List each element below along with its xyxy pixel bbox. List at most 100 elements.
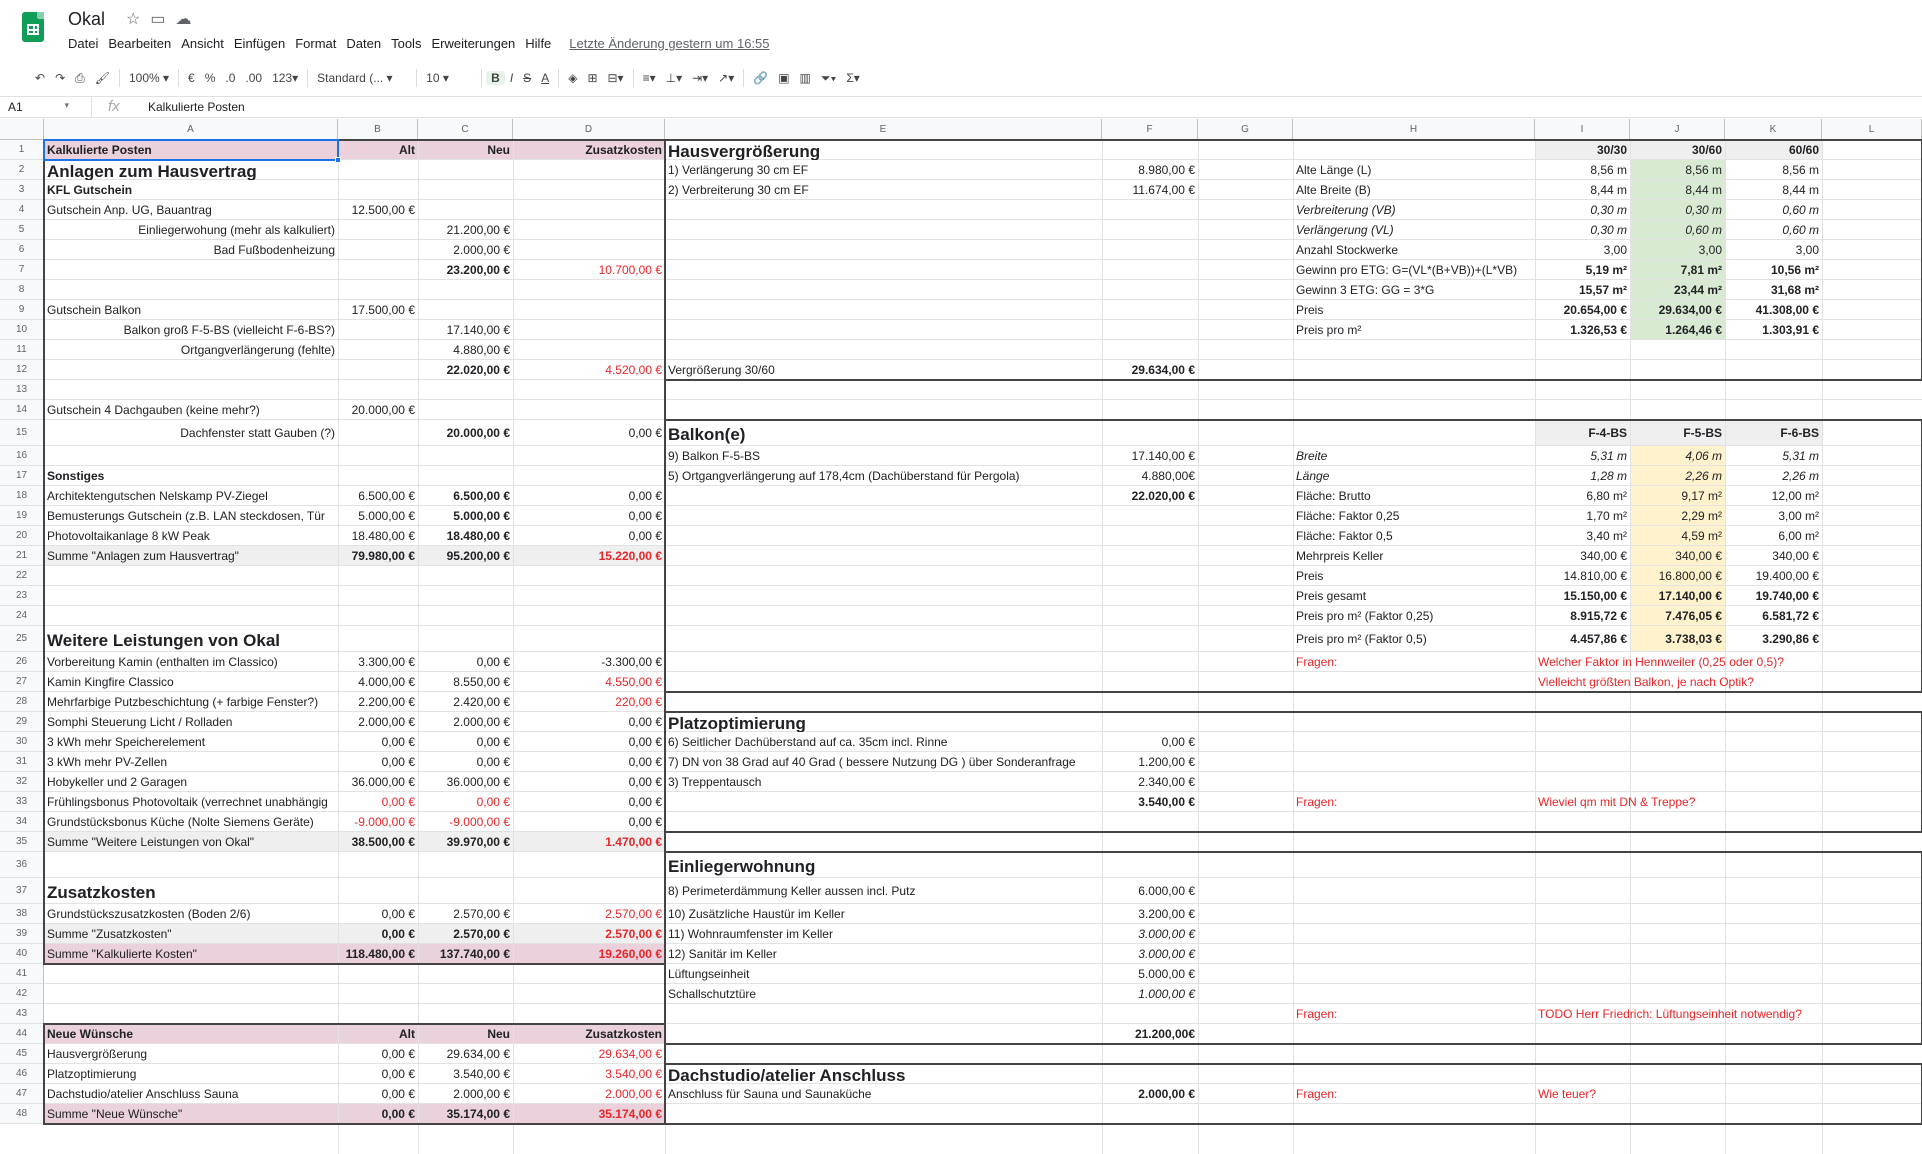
filter-icon[interactable]: ⏷▾ — [816, 71, 841, 86]
cell-J3[interactable]: 8,44 m — [1630, 180, 1725, 200]
cell-H26[interactable]: Fragen: — [1293, 652, 1535, 672]
cell-A33[interactable]: Frühlingsbonus Photovoltaik (verrechnet … — [44, 792, 338, 812]
cell-A38[interactable]: Grundstückszusatzkosten (Boden 2/6) — [44, 904, 338, 924]
cell-J1[interactable]: 30/60 — [1630, 140, 1725, 160]
cell-F2[interactable]: 8.980,00 € — [1102, 160, 1198, 180]
row-header-37[interactable]: 37 — [0, 878, 44, 904]
cell-C7[interactable]: 23.200,00 € — [418, 260, 513, 280]
cell-C44[interactable]: Neu — [418, 1024, 513, 1044]
cell-D29[interactable]: 0,00 € — [513, 712, 665, 732]
move-folder-icon[interactable]: ▭ — [150, 11, 175, 28]
row-header-5[interactable]: 5 — [0, 220, 44, 240]
cell-D7[interactable]: 10.700,00 € — [513, 260, 665, 280]
cell-I23[interactable]: 15.150,00 € — [1535, 586, 1630, 606]
cell-C28[interactable]: 2.420,00 € — [418, 692, 513, 712]
cell-B31[interactable]: 0,00 € — [338, 752, 418, 772]
sheets-logo-icon[interactable] — [22, 12, 44, 42]
cell-K19[interactable]: 3,00 m² — [1725, 506, 1822, 526]
row-header-3[interactable]: 3 — [0, 180, 44, 200]
cell-E3[interactable]: 2) Verbreiterung 30 cm EF — [665, 180, 1102, 200]
cell-A17[interactable]: Sonstiges — [44, 466, 665, 486]
cell-A5[interactable]: Einliegerwohung (mehr als kalkuliert) — [44, 220, 338, 240]
cell-H16[interactable]: Breite — [1293, 446, 1535, 466]
cell-B21[interactable]: 79.980,00 € — [338, 546, 418, 566]
cell-I33[interactable]: Wieviel qm mit DN & Treppe? — [1535, 792, 1922, 812]
cell-E42[interactable]: Schallschutztüre — [665, 984, 1102, 1004]
cell-K5[interactable]: 0,60 m — [1725, 220, 1822, 240]
cell-A3[interactable]: KFL Gutschein — [44, 180, 665, 200]
column-header-C[interactable]: C — [418, 119, 513, 140]
cell-E17[interactable]: 5) Ortgangverlängerung auf 178,4cm (Dach… — [665, 466, 1102, 486]
italic-icon[interactable]: I — [505, 71, 518, 85]
cell-K9[interactable]: 41.308,00 € — [1725, 300, 1822, 320]
cell-I4[interactable]: 0,30 m — [1535, 200, 1630, 220]
cell-I25[interactable]: 4.457,86 € — [1535, 626, 1630, 652]
cell-E12[interactable]: Vergrößerung 30/60 — [665, 360, 1102, 380]
text-wrap-icon[interactable]: ⇥▾ — [687, 71, 713, 85]
cell-E38[interactable]: 10) Zusätzliche Haustür im Keller — [665, 904, 1102, 924]
cell-I5[interactable]: 0,30 m — [1535, 220, 1630, 240]
menu-ansicht[interactable]: Ansicht — [181, 36, 224, 51]
column-header-K[interactable]: K — [1725, 119, 1822, 140]
row-header-18[interactable]: 18 — [0, 486, 44, 506]
cell-B48[interactable]: 0,00 € — [338, 1104, 418, 1124]
cell-E2[interactable]: 1) Verlängerung 30 cm EF — [665, 160, 1102, 180]
row-header-33[interactable]: 33 — [0, 792, 44, 812]
cell-B14[interactable]: 20.000,00 € — [338, 400, 418, 420]
row-header-45[interactable]: 45 — [0, 1044, 44, 1064]
cell-A19[interactable]: Bemusterungs Gutschein (z.B. LAN steckdo… — [44, 506, 338, 526]
cell-A44[interactable]: Neue Wünsche — [44, 1024, 338, 1044]
cell-I20[interactable]: 3,40 m² — [1535, 526, 1630, 546]
cell-I2[interactable]: 8,56 m — [1535, 160, 1630, 180]
row-header-29[interactable]: 29 — [0, 712, 44, 732]
cell-I6[interactable]: 3,00 — [1535, 240, 1630, 260]
cell-D18[interactable]: 0,00 € — [513, 486, 665, 506]
currency-button[interactable]: € — [183, 71, 200, 85]
row-header-36[interactable]: 36 — [0, 852, 44, 878]
cell-F44[interactable]: 21.200,00€ — [1102, 1024, 1198, 1044]
row-header-42[interactable]: 42 — [0, 984, 44, 1004]
font-size-select[interactable]: 10 ▾ — [421, 71, 477, 85]
menu-daten[interactable]: Daten — [346, 36, 381, 51]
cell-C31[interactable]: 0,00 € — [418, 752, 513, 772]
cell-A45[interactable]: Hausvergrößerung — [44, 1044, 338, 1064]
cell-A25[interactable]: Weitere Leistungen von Okal — [44, 626, 1293, 652]
cell-B18[interactable]: 6.500,00 € — [338, 486, 418, 506]
cell-D1[interactable]: Zusatzkosten — [513, 140, 665, 160]
cell-C21[interactable]: 95.200,00 € — [418, 546, 513, 566]
cell-K18[interactable]: 12,00 m² — [1725, 486, 1822, 506]
cell-H9[interactable]: Preis — [1293, 300, 1535, 320]
cell-J7[interactable]: 7,81 m² — [1630, 260, 1725, 280]
undo-icon[interactable]: ↶ — [30, 71, 50, 85]
comment-icon[interactable]: ▣ — [773, 71, 794, 85]
cell-J18[interactable]: 9,17 m² — [1630, 486, 1725, 506]
row-header-39[interactable]: 39 — [0, 924, 44, 944]
cell-A26[interactable]: Vorbereitung Kamin (enthalten im Classic… — [44, 652, 338, 672]
cell-I21[interactable]: 340,00 € — [1535, 546, 1630, 566]
chart-icon[interactable]: ▥ — [795, 71, 816, 85]
cell-A47[interactable]: Dachstudio/atelier Anschluss Sauna — [44, 1084, 338, 1104]
cell-E39[interactable]: 11) Wohnraumfenster im Keller — [665, 924, 1102, 944]
cell-J10[interactable]: 1.264,46 € — [1630, 320, 1725, 340]
redo-icon[interactable]: ↷ — [50, 71, 70, 85]
cell-J24[interactable]: 7.476,05 € — [1630, 606, 1725, 626]
cell-E41[interactable]: Lüftungseinheit — [665, 964, 1102, 984]
cell-H43[interactable]: Fragen: — [1293, 1004, 1535, 1024]
cell-D31[interactable]: 0,00 € — [513, 752, 665, 772]
cell-E30[interactable]: 6) Seitlicher Dachüberstand auf ca. 35cm… — [665, 732, 1102, 752]
cell-D12[interactable]: 4.520,00 € — [513, 360, 665, 380]
menu-tools[interactable]: Tools — [391, 36, 421, 51]
cell-E47[interactable]: Anschluss für Sauna und Saunaküche — [665, 1084, 1102, 1104]
cell-K22[interactable]: 19.400,00 € — [1725, 566, 1822, 586]
cell-A4[interactable]: Gutschein Anp. UG, Bauantrag — [44, 200, 338, 220]
align-vertical-icon[interactable]: ⊥▾ — [661, 71, 687, 85]
cell-I27[interactable]: Vielleicht größten Balkon, je nach Optik… — [1535, 672, 1922, 692]
cell-D40[interactable]: 19.260,00 € — [513, 944, 665, 964]
cell-A14[interactable]: Gutschein 4 Dachgauben (keine mehr?) — [44, 400, 338, 420]
cell-E36[interactable]: Einliegerwohnung — [665, 852, 1922, 878]
cell-B44[interactable]: Alt — [338, 1024, 418, 1044]
cell-A6[interactable]: Bad Fußbodenheizung — [44, 240, 338, 260]
cell-A39[interactable]: Summe "Zusatzkosten" — [44, 924, 338, 944]
name-box[interactable]: A1 ▾ — [0, 97, 92, 117]
cell-F47[interactable]: 2.000,00 € — [1102, 1084, 1198, 1104]
